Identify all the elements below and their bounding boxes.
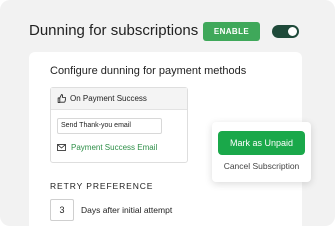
toggle-knob [288,27,297,36]
thumbs-up-icon [57,94,66,103]
dunning-toggle[interactable] [272,25,299,38]
payment-success-header: On Payment Success [51,88,187,110]
dunning-panel: Dunning for subscriptions ENABLE Configu… [0,0,335,232]
action-popup: Mark as Unpaid Cancel Subscription [212,122,311,182]
payment-success-email-link[interactable]: Payment Success Email [57,143,157,152]
enable-button[interactable]: ENABLE [203,22,260,41]
mark-as-unpaid-button[interactable]: Mark as Unpaid [218,131,305,155]
payment-success-email-label: Payment Success Email [71,143,158,152]
card-title: Configure dunning for payment methods [50,65,247,77]
thank-you-email-field[interactable]: Send Thank-you email [57,118,162,134]
cancel-subscription-option[interactable]: Cancel Subscription [212,161,311,171]
payment-success-box: On Payment Success Send Thank-you email … [50,87,188,163]
retry-preference-label: RETRY PREFERENCE [50,181,154,191]
page-title: Dunning for subscriptions [29,22,199,39]
retry-days-input[interactable]: 3 [50,199,74,221]
retry-days-label: Days after initial attempt [81,205,173,215]
mail-icon [57,144,66,151]
payment-success-label: On Payment Success [70,94,147,103]
